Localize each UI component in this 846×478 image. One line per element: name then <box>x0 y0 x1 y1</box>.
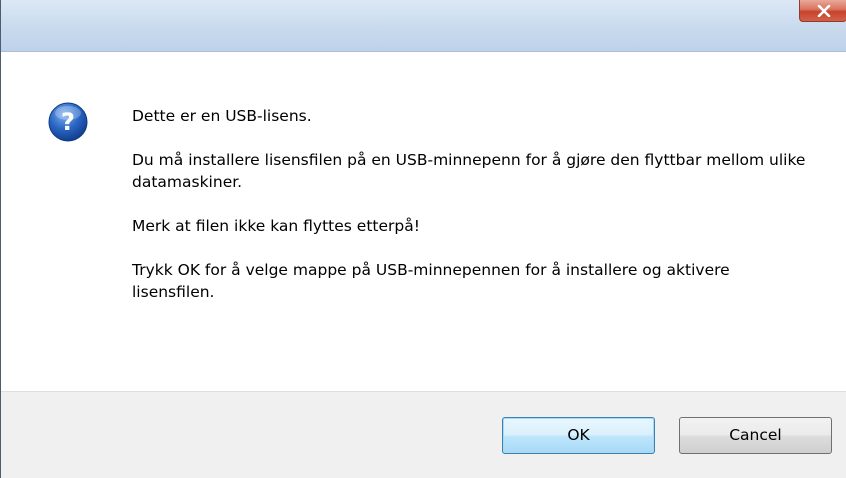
close-button[interactable] <box>799 0 846 22</box>
message-line-2: Du må installere lisensfilen på en USB-m… <box>132 151 806 191</box>
message-line-4: Trykk OK for å velge mappe på USB-minnep… <box>132 261 730 301</box>
svg-text:?: ? <box>61 108 75 136</box>
close-icon <box>817 5 831 17</box>
message-line-3: Merk at filen ikke kan flyttes etterpå! <box>132 217 420 235</box>
title-bar[interactable] <box>1 0 846 52</box>
cancel-button[interactable]: Cancel <box>679 417 832 454</box>
dialog-content: ? Dette er en USB-lisens. Du må installe… <box>1 52 846 391</box>
dialog-footer: OK Cancel <box>1 391 846 478</box>
ok-button[interactable]: OK <box>502 417 655 454</box>
question-icon: ? <box>48 102 88 142</box>
message-dialog: ? Dette er en USB-lisens. Du må installe… <box>0 0 846 478</box>
dialog-message: Dette er en USB-lisens. Du må installere… <box>132 105 812 325</box>
message-line-1: Dette er en USB-lisens. <box>132 107 312 125</box>
